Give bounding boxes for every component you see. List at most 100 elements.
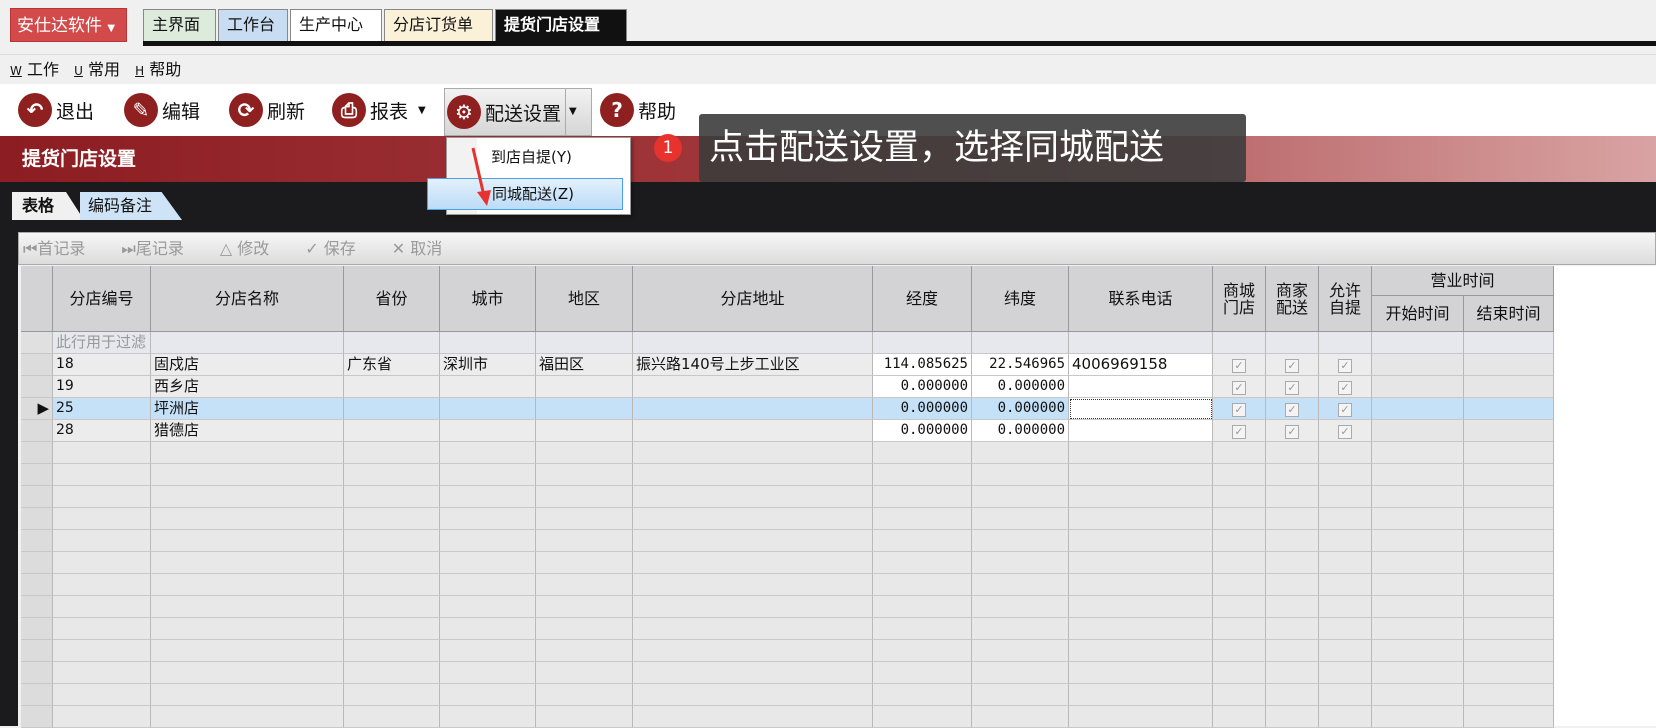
filter-cell[interactable] — [536, 332, 633, 354]
empty-cell[interactable] — [972, 508, 1069, 530]
table-cell[interactable] — [1069, 376, 1213, 398]
empty-cell[interactable] — [536, 684, 633, 706]
empty-cell[interactable] — [1213, 706, 1266, 728]
empty-cell[interactable] — [440, 574, 536, 596]
table-cell[interactable]: ✓ — [1319, 354, 1372, 376]
empty-cell[interactable] — [873, 706, 972, 728]
empty-cell[interactable] — [873, 464, 972, 486]
empty-cell[interactable] — [536, 464, 633, 486]
table-cell[interactable]: ✓ — [1319, 376, 1372, 398]
empty-cell[interactable] — [344, 574, 440, 596]
table-cell[interactable] — [344, 420, 440, 442]
empty-cell[interactable] — [633, 706, 873, 728]
empty-cell[interactable] — [440, 618, 536, 640]
empty-cell[interactable] — [440, 486, 536, 508]
row-header[interactable] — [21, 508, 53, 530]
row-header[interactable] — [21, 354, 53, 376]
empty-cell[interactable] — [1319, 530, 1372, 552]
empty-cell[interactable] — [536, 706, 633, 728]
table-cell[interactable]: 19 — [53, 376, 151, 398]
empty-cell[interactable] — [344, 486, 440, 508]
empty-cell[interactable] — [440, 442, 536, 464]
table-cell[interactable] — [633, 376, 873, 398]
refresh-button[interactable]: ⟳ 刷新 — [229, 90, 305, 130]
empty-cell[interactable] — [440, 662, 536, 684]
empty-cell[interactable] — [633, 486, 873, 508]
empty-cell[interactable] — [536, 530, 633, 552]
empty-cell[interactable] — [1213, 442, 1266, 464]
empty-cell[interactable] — [972, 618, 1069, 640]
empty-cell[interactable] — [536, 486, 633, 508]
empty-cell[interactable] — [633, 662, 873, 684]
table-cell[interactable]: ✓ — [1266, 420, 1319, 442]
filter-cell[interactable] — [972, 332, 1069, 354]
table-cell[interactable] — [1372, 354, 1464, 376]
table-cell[interactable]: 0.000000 — [972, 398, 1069, 420]
empty-cell[interactable] — [1464, 706, 1554, 728]
column-header[interactable]: 联系电话 — [1069, 266, 1213, 332]
empty-cell[interactable] — [53, 508, 151, 530]
tab-branch-order[interactable]: 分店订货单 — [384, 9, 493, 41]
checkbox[interactable]: ✓ — [1232, 403, 1246, 417]
empty-cell[interactable] — [344, 530, 440, 552]
edit-button[interactable]: ✎ 编辑 — [124, 90, 200, 130]
checkbox[interactable]: ✓ — [1285, 381, 1299, 395]
empty-cell[interactable] — [972, 552, 1069, 574]
checkbox[interactable]: ✓ — [1338, 425, 1352, 439]
column-header[interactable]: 地区 — [536, 266, 633, 332]
table-cell[interactable] — [1464, 354, 1554, 376]
row-header[interactable] — [21, 552, 53, 574]
row-header[interactable] — [21, 486, 53, 508]
menu-help[interactable]: H 帮助 — [135, 60, 181, 79]
empty-cell[interactable] — [1372, 508, 1464, 530]
empty-cell[interactable] — [1372, 464, 1464, 486]
empty-cell[interactable] — [873, 574, 972, 596]
empty-cell[interactable] — [53, 486, 151, 508]
empty-cell[interactable] — [1213, 508, 1266, 530]
filter-cell[interactable] — [1464, 332, 1554, 354]
row-header[interactable] — [21, 684, 53, 706]
empty-cell[interactable] — [53, 464, 151, 486]
empty-cell[interactable] — [440, 596, 536, 618]
empty-cell[interactable] — [1213, 662, 1266, 684]
filter-cell[interactable] — [440, 332, 536, 354]
empty-cell[interactable] — [972, 662, 1069, 684]
empty-cell[interactable] — [633, 508, 873, 530]
table-cell[interactable] — [536, 398, 633, 420]
empty-cell[interactable] — [1372, 706, 1464, 728]
filter-cell[interactable] — [344, 332, 440, 354]
checkbox[interactable]: ✓ — [1338, 359, 1352, 373]
empty-cell[interactable] — [1319, 596, 1372, 618]
table-cell[interactable] — [536, 420, 633, 442]
empty-cell[interactable] — [53, 574, 151, 596]
table-cell[interactable]: 0.000000 — [873, 398, 972, 420]
table-cell[interactable] — [1464, 420, 1554, 442]
empty-cell[interactable] — [1069, 706, 1213, 728]
empty-cell[interactable] — [1069, 508, 1213, 530]
row-header[interactable] — [21, 376, 53, 398]
table-cell[interactable]: ✓ — [1266, 398, 1319, 420]
caret-down-icon[interactable]: ▼ — [565, 89, 577, 135]
empty-cell[interactable] — [1372, 618, 1464, 640]
empty-cell[interactable] — [151, 442, 344, 464]
empty-cell[interactable] — [873, 530, 972, 552]
column-header[interactable]: 结束时间 — [1464, 296, 1554, 332]
empty-cell[interactable] — [1319, 684, 1372, 706]
empty-cell[interactable] — [1319, 640, 1372, 662]
empty-cell[interactable] — [633, 684, 873, 706]
empty-cell[interactable] — [344, 640, 440, 662]
filter-cell[interactable] — [1266, 332, 1319, 354]
empty-cell[interactable] — [344, 442, 440, 464]
empty-cell[interactable] — [972, 684, 1069, 706]
empty-cell[interactable] — [1213, 618, 1266, 640]
empty-cell[interactable] — [1464, 530, 1554, 552]
empty-cell[interactable] — [1069, 640, 1213, 662]
empty-cell[interactable] — [53, 684, 151, 706]
checkbox[interactable]: ✓ — [1285, 403, 1299, 417]
table-cell[interactable]: 深圳市 — [440, 354, 536, 376]
tab-main[interactable]: 主界面 — [143, 9, 216, 41]
empty-cell[interactable] — [633, 574, 873, 596]
empty-cell[interactable] — [972, 574, 1069, 596]
empty-cell[interactable] — [344, 596, 440, 618]
table-cell[interactable]: 固戍店 — [151, 354, 344, 376]
